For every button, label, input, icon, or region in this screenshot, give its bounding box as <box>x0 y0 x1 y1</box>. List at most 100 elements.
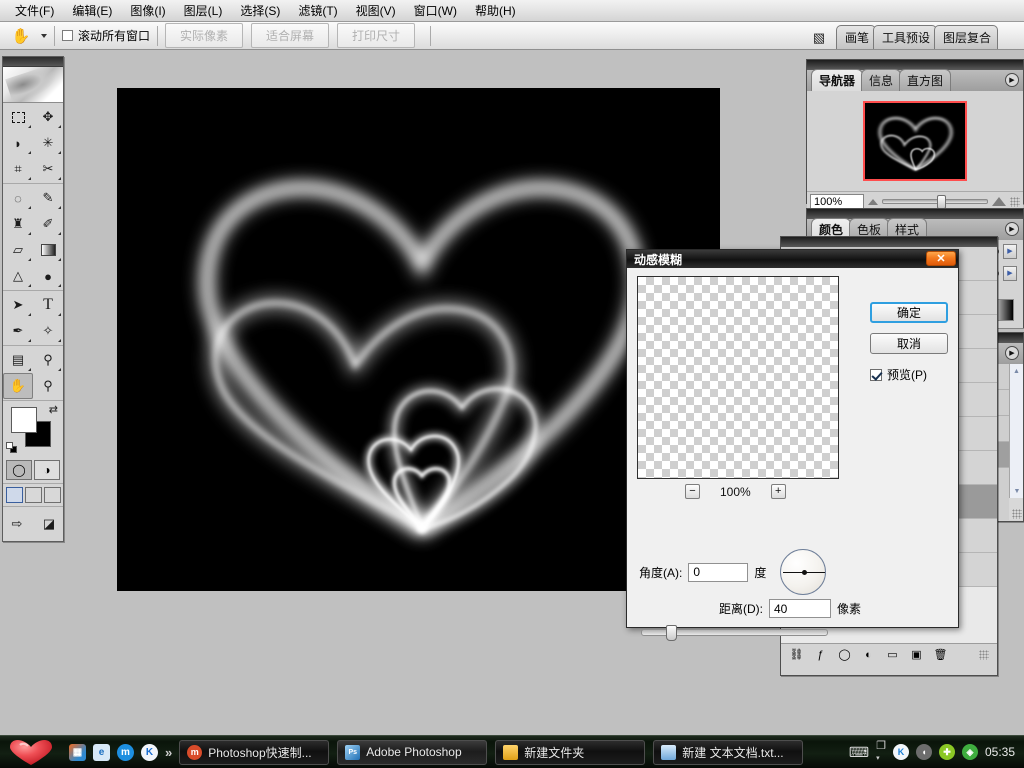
volume-tray-icon[interactable]: ◖ <box>916 744 932 760</box>
clone-stamp-tool[interactable]: ♜ <box>3 211 33 237</box>
taskbar-item-new-text-document[interactable]: 新建 文本文档.txt... <box>653 740 803 765</box>
slice-tool[interactable]: ✂ <box>33 156 63 182</box>
panel-scrollbar[interactable]: ▲ ▼ <box>1009 364 1023 498</box>
full-screen-menubar-icon[interactable] <box>25 487 42 503</box>
type-tool[interactable]: T <box>33 292 63 318</box>
heart-start-button-icon[interactable] <box>0 736 62 768</box>
chevron-down-icon[interactable] <box>41 34 47 38</box>
menu-item-select[interactable]: 选择(S) <box>231 0 289 21</box>
kingsoft-tray-icon[interactable]: K <box>893 744 909 760</box>
menu-item-window[interactable]: 窗口(W) <box>405 0 466 21</box>
scroll-up-icon[interactable]: ▲ <box>1010 364 1023 378</box>
tab-navigator[interactable]: 导航器 <box>811 69 863 91</box>
menu-item-help[interactable]: 帮助(H) <box>466 0 525 21</box>
magic-wand-tool[interactable]: ✳ <box>33 130 63 156</box>
resize-grip-icon[interactable] <box>1010 197 1020 207</box>
quick-launch-more-icon[interactable]: » <box>165 745 172 760</box>
navigator-zoom-slider[interactable] <box>882 199 988 204</box>
taskbar-item-new-folder[interactable]: 新建文件夹 <box>495 740 645 765</box>
close-icon[interactable]: ✕ <box>926 251 956 266</box>
standard-mask-mode-icon[interactable]: ◯ <box>6 460 32 480</box>
angle-input[interactable]: 0 <box>688 563 748 582</box>
clock[interactable]: 05:35 <box>985 745 1015 759</box>
taskbar-item-adobe-photoshop[interactable]: Ps Adobe Photoshop <box>337 740 487 765</box>
distance-slider[interactable] <box>641 629 828 636</box>
delete-layer-icon[interactable]: 🗑 <box>933 647 948 662</box>
zoom-out-icon[interactable] <box>868 199 878 205</box>
new-group-icon[interactable]: ▭ <box>885 647 900 662</box>
jump-to-app-icon[interactable]: ◪ <box>35 511 63 537</box>
link-layers-icon[interactable]: ⛓ <box>789 647 804 662</box>
adjustment-layer-icon[interactable]: ◐ <box>861 647 876 662</box>
move-tool[interactable]: ✥ <box>33 104 63 130</box>
custom-shape-tool[interactable]: ✧ <box>33 318 63 344</box>
dodge-tool[interactable]: ● <box>33 263 63 289</box>
show-desktop-icon[interactable]: ▦ <box>69 744 86 761</box>
slider-knob[interactable] <box>666 625 677 641</box>
panel-menu-icon[interactable]: ▶ <box>1005 346 1019 360</box>
full-screen-icon[interactable] <box>44 487 61 503</box>
foreground-color-swatch[interactable] <box>11 407 37 433</box>
distance-input[interactable]: 40 <box>769 599 831 618</box>
dock-tab-brushes[interactable]: 画笔 <box>836 25 876 49</box>
healing-brush-tool[interactable]: ◌ <box>3 185 33 211</box>
ie-browser-icon[interactable]: e <box>93 744 110 761</box>
zoom-out-button[interactable]: − <box>685 484 700 499</box>
angle-dial[interactable] <box>780 549 826 595</box>
dialog-title-bar[interactable]: 动感模糊 ✕ <box>627 250 958 268</box>
rectangular-marquee-tool[interactable] <box>3 104 33 130</box>
dock-tab-layer-comps[interactable]: 图层复合 <box>934 25 998 49</box>
menu-item-file[interactable]: 文件(F) <box>6 0 63 21</box>
blur-tool[interactable]: △ <box>3 263 33 289</box>
zoom-tool[interactable]: ⚲ <box>33 373 63 399</box>
eyedropper-tool[interactable]: ⚲ <box>33 347 63 373</box>
crop-tool[interactable]: ⌗ <box>3 156 33 182</box>
tab-histogram[interactable]: 直方图 <box>899 69 951 91</box>
hand-tool-icon[interactable]: ✋ <box>6 25 36 47</box>
security-shield-icon[interactable]: ◈ <box>962 744 978 760</box>
color-stepper-icon-1[interactable]: ▶ <box>1003 244 1017 259</box>
new-layer-icon[interactable]: ▣ <box>909 647 924 662</box>
scroll-down-icon[interactable]: ▼ <box>1010 484 1024 498</box>
cancel-button[interactable]: 取消 <box>870 333 948 354</box>
language-bar-icon[interactable]: ❐▾ <box>876 741 886 763</box>
actual-pixels-button[interactable]: 实际像素 <box>165 23 243 48</box>
hand-tool[interactable]: ✋ <box>3 373 33 399</box>
jump-to-imageready-icon[interactable]: ⇨ <box>3 511 31 537</box>
preview-checkbox[interactable]: 预览(P) <box>870 366 948 383</box>
toolbox-drag-grip[interactable] <box>3 57 63 67</box>
tab-info[interactable]: 信息 <box>861 69 901 91</box>
taskbar-item-photoshop-tutorial[interactable]: m Photoshop快速制... <box>179 740 329 765</box>
panel-menu-icon[interactable]: ▶ <box>1005 73 1019 87</box>
resize-grip-icon[interactable] <box>979 650 989 660</box>
path-selection-tool[interactable]: ➤ <box>3 292 33 318</box>
dock-tab-tool-presets[interactable]: 工具预设 <box>873 25 937 49</box>
gradient-tool[interactable] <box>33 237 63 263</box>
menu-item-edit[interactable]: 编辑(E) <box>63 0 121 21</box>
brush-tool[interactable]: ✎ <box>33 185 63 211</box>
kingsoft-icon[interactable]: K <box>141 744 158 761</box>
fit-screen-button[interactable]: 适合屏幕 <box>251 23 329 48</box>
layer-style-fx-icon[interactable]: ƒ <box>813 647 828 662</box>
dock-toggle-icon[interactable]: ▧ <box>806 27 832 49</box>
quick-mask-mode-icon[interactable]: ◑ <box>34 460 60 480</box>
notes-tool[interactable]: ▤ <box>3 347 33 373</box>
eraser-tool[interactable]: ▱ <box>3 237 33 263</box>
menu-item-filter[interactable]: 滤镜(T) <box>289 0 346 21</box>
resize-grip-icon[interactable] <box>1012 509 1022 519</box>
filter-preview[interactable] <box>637 276 839 479</box>
standard-screen-mode-icon[interactable] <box>6 487 23 503</box>
color-stepper-icon-2[interactable]: ▶ <box>1003 266 1017 281</box>
menu-item-view[interactable]: 视图(V) <box>347 0 405 21</box>
add-layer-mask-icon[interactable]: ◯ <box>837 647 852 662</box>
history-brush-tool[interactable]: ✐ <box>33 211 63 237</box>
swap-colors-icon[interactable]: ⇄ <box>49 403 58 416</box>
print-size-button[interactable]: 打印尺寸 <box>337 23 415 48</box>
ok-button[interactable]: 确定 <box>870 302 948 323</box>
pen-tool[interactable]: ✒ <box>3 318 33 344</box>
document-thumbnail[interactable] <box>863 101 967 181</box>
maxthon-browser-icon[interactable]: m <box>117 744 134 761</box>
menu-item-layer[interactable]: 图层(L) <box>175 0 232 21</box>
zoom-in-icon[interactable] <box>992 197 1006 206</box>
slider-knob[interactable] <box>937 195 946 209</box>
